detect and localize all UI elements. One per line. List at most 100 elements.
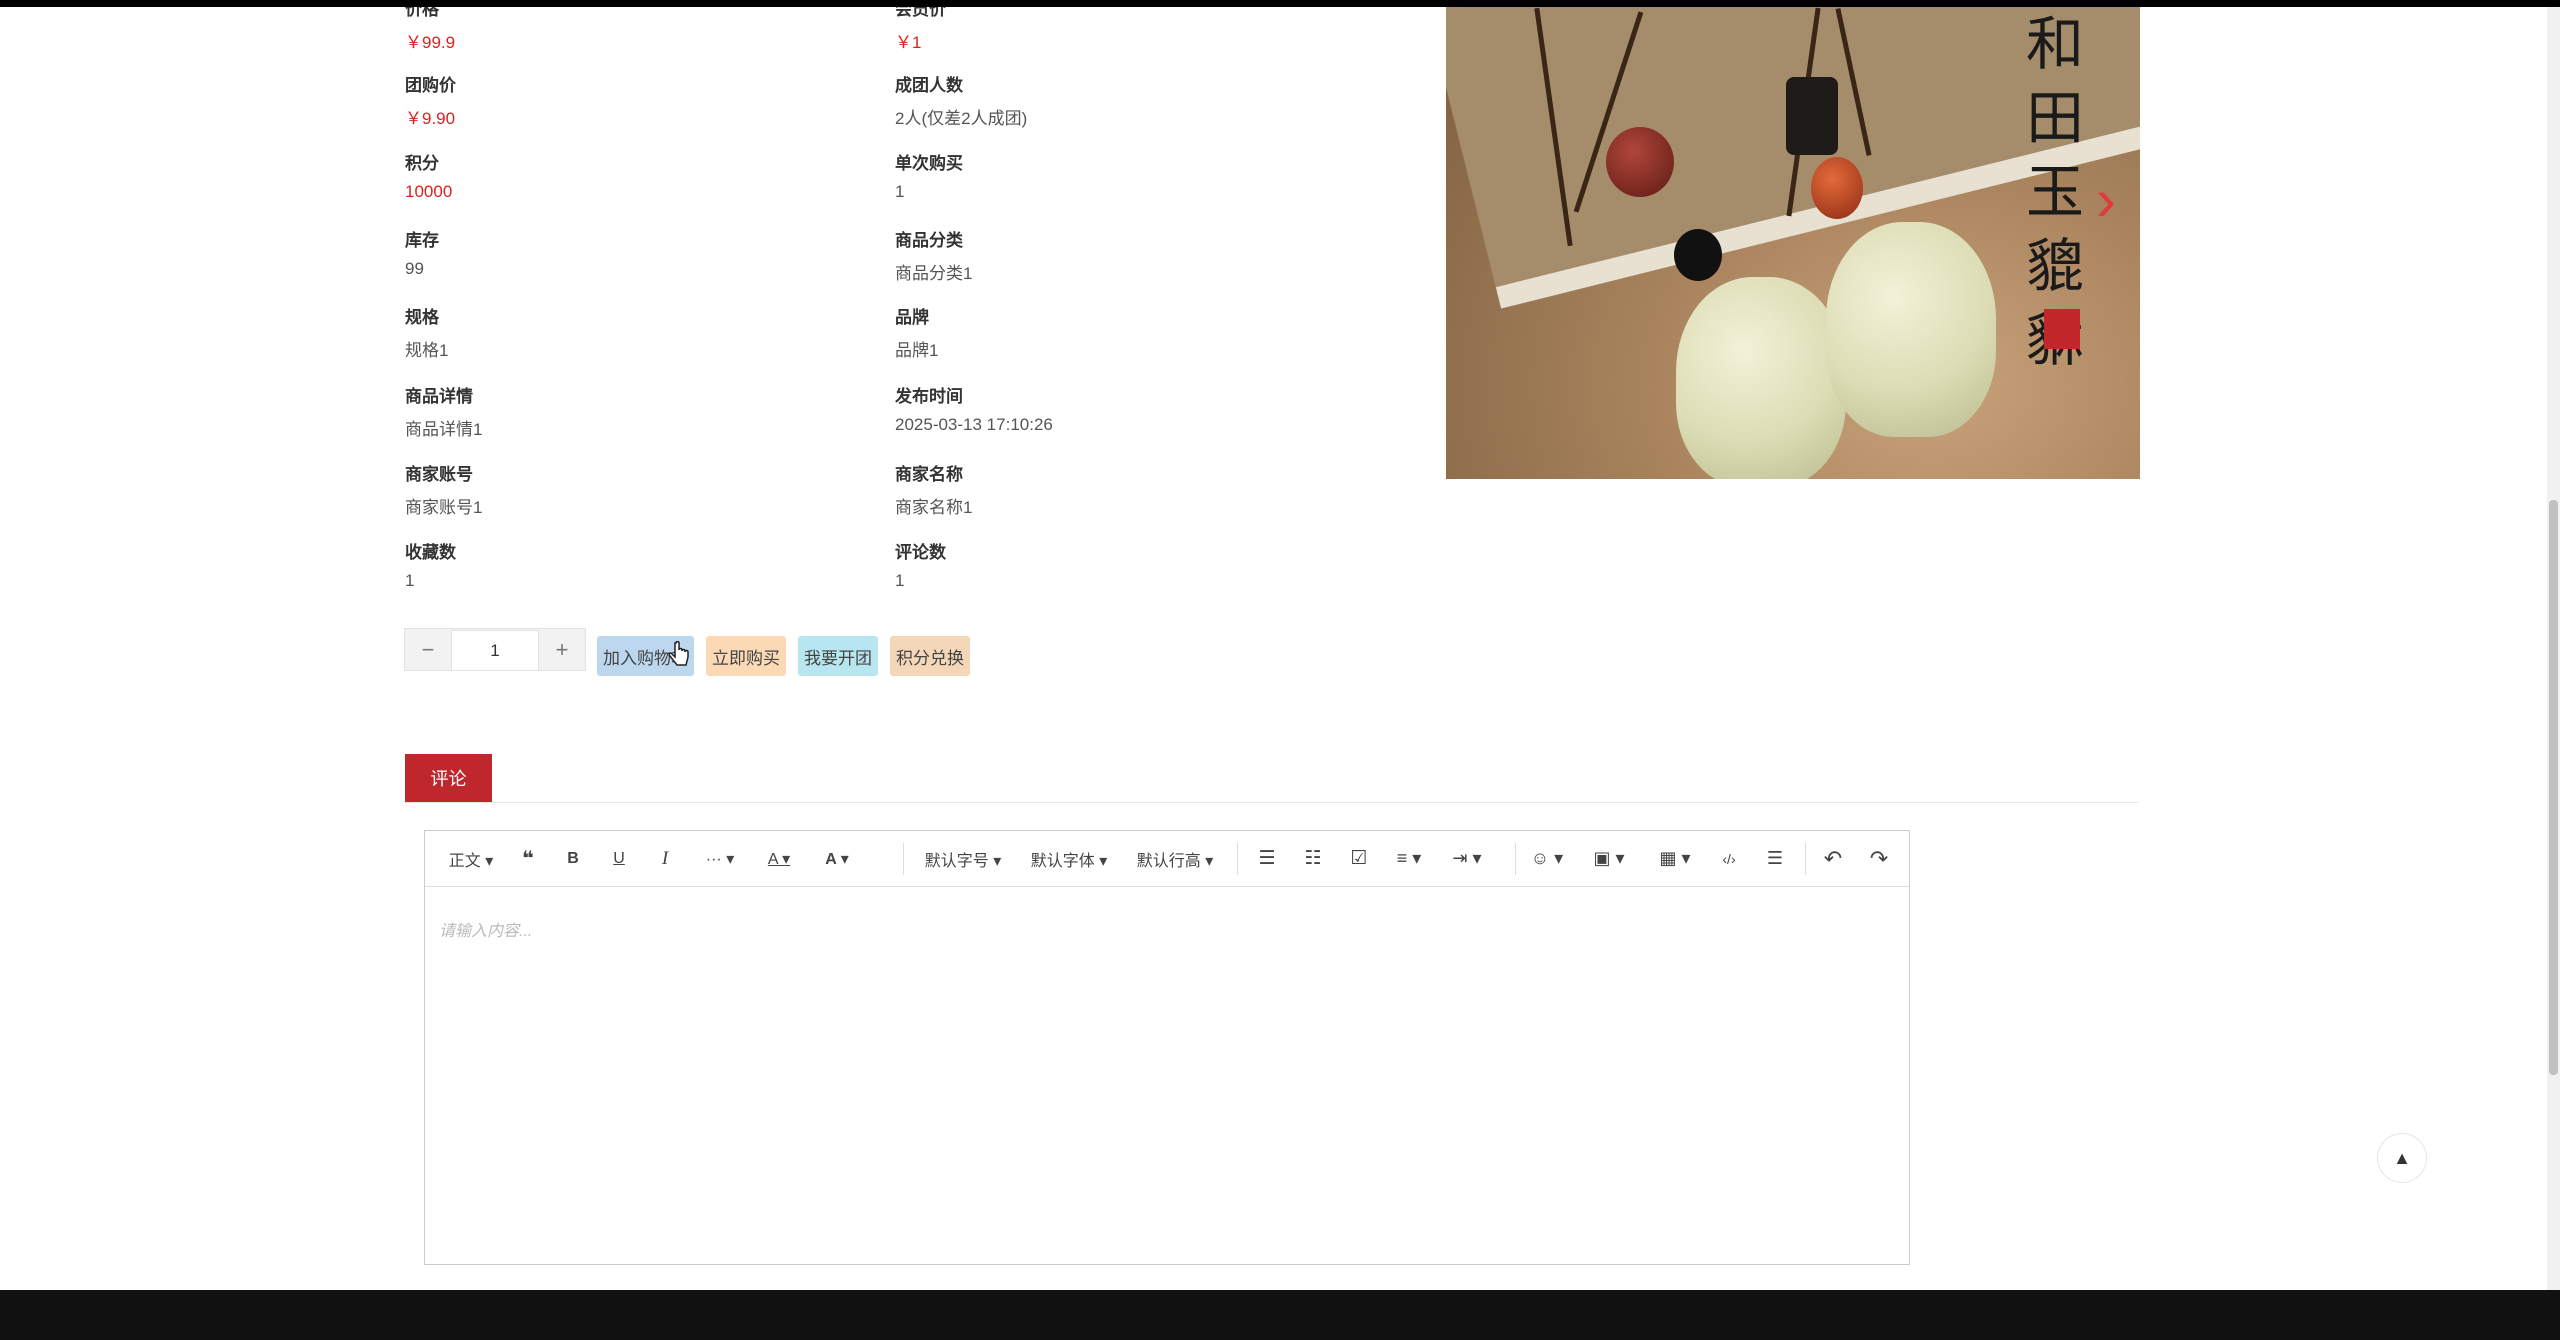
font-color-icon[interactable]: A ▾ bbox=[757, 831, 801, 886]
info-value: 商家账号1 bbox=[405, 498, 483, 517]
info-label: 库存 bbox=[405, 231, 439, 250]
info-value: 1 bbox=[895, 182, 905, 201]
redo-icon[interactable]: ↷ bbox=[1863, 831, 1895, 886]
black-bead bbox=[1674, 229, 1722, 281]
line-height-select[interactable]: 默认行高 ▾ bbox=[1129, 831, 1221, 886]
info-value: 10000 bbox=[405, 182, 453, 201]
info-label: 团购价 bbox=[405, 76, 456, 95]
info-value: 1 bbox=[405, 571, 415, 590]
info-value: 1 bbox=[895, 571, 905, 590]
info-value: ￥99.9 bbox=[405, 33, 456, 52]
image-icon[interactable]: ▣ ▾ bbox=[1587, 831, 1631, 886]
info-label: 价格 bbox=[405, 7, 439, 19]
table-icon[interactable]: ▦ ▾ bbox=[1653, 831, 1697, 886]
jade-pendant bbox=[1826, 222, 1996, 437]
info-label: 单次购买 bbox=[895, 154, 963, 173]
info-label: 规格 bbox=[405, 308, 439, 327]
underline-icon[interactable]: U bbox=[603, 831, 635, 886]
info-value: ￥1 bbox=[895, 33, 922, 52]
buy-now-button[interactable]: 立即购买 bbox=[706, 636, 786, 676]
font-family-select[interactable]: 默认字体 ▾ bbox=[1023, 831, 1115, 886]
info-item: 单次购买 1 bbox=[895, 149, 963, 202]
info-item: 评论数 1 bbox=[895, 538, 946, 591]
toolbar-separator bbox=[903, 843, 904, 875]
more-format-icon[interactable]: ··· ▾ bbox=[695, 831, 745, 886]
background-color-icon[interactable]: A ▾ bbox=[815, 831, 859, 886]
info-value: 规格1 bbox=[405, 341, 449, 360]
editor-toolbar: 正文 ▾ ❝ B U I ··· ▾ A ▾ A ▾ 默认字号 ▾ 默认字体 ▾… bbox=[425, 831, 1909, 887]
indent-icon[interactable]: ⇥ ▾ bbox=[1445, 831, 1489, 886]
comment-editor: 正文 ▾ ❝ B U I ··· ▾ A ▾ A ▾ 默认字号 ▾ 默认字体 ▾… bbox=[424, 830, 1910, 1265]
orange-bead bbox=[1811, 157, 1863, 219]
info-item: 商品分类商品分类1 bbox=[895, 226, 972, 284]
product-image-carousel: 和田玉貔貅 › bbox=[1446, 7, 2140, 479]
quote-icon[interactable]: ❝ bbox=[509, 831, 547, 886]
decrease-button[interactable]: − bbox=[405, 629, 451, 670]
info-item: 发布时间 2025-03-13 17:10:26 bbox=[895, 382, 1053, 435]
info-label: 收藏数 bbox=[405, 543, 456, 562]
info-item: 价格 ￥99.9 bbox=[405, 7, 455, 53]
paragraph-select[interactable]: 正文 ▾ bbox=[443, 831, 499, 886]
info-item: 收藏数 1 bbox=[405, 538, 456, 591]
arrow-up-icon: ▲ bbox=[2393, 1147, 2411, 1168]
increase-button[interactable]: + bbox=[539, 629, 585, 670]
info-item: 积分 10000 bbox=[405, 149, 452, 202]
divider-icon[interactable]: ☰ bbox=[1759, 831, 1791, 886]
info-value: ￥9.90 bbox=[405, 109, 456, 128]
red-seal bbox=[2044, 309, 2080, 349]
tab-divider bbox=[405, 802, 2139, 803]
info-value: 商品详情1 bbox=[405, 420, 483, 439]
toolbar-separator bbox=[1515, 843, 1516, 875]
info-item: 成团人数 2人(仅差2人成团) bbox=[895, 71, 1027, 129]
info-label: 发布时间 bbox=[895, 387, 963, 406]
bullet-list-icon[interactable]: ☰ bbox=[1251, 831, 1283, 886]
hand-cursor-icon bbox=[668, 641, 689, 666]
quantity-input[interactable] bbox=[451, 630, 539, 671]
code-icon[interactable]: ‹/› bbox=[1713, 831, 1745, 886]
info-label: 品牌 bbox=[895, 308, 929, 327]
info-value: 商家名称1 bbox=[895, 498, 973, 517]
jade-pendant bbox=[1676, 277, 1846, 479]
info-item: 商品详情 商品详情1 bbox=[405, 382, 482, 440]
info-item: 库存 99 bbox=[405, 226, 439, 279]
info-label: 成团人数 bbox=[895, 76, 963, 95]
info-item: 品牌品牌1 bbox=[895, 303, 938, 361]
carousel-next-icon[interactable]: › bbox=[2096, 165, 2116, 234]
info-value: 2025-03-13 17:10:26 bbox=[895, 415, 1053, 434]
editor-placeholder: 请输入内容... bbox=[439, 923, 533, 940]
info-value: 2人(仅差2人成团) bbox=[895, 109, 1028, 128]
scrollbar-thumb[interactable] bbox=[2549, 500, 2558, 1075]
info-item: 商家账号商家账号1 bbox=[405, 460, 482, 518]
info-value: 品牌1 bbox=[895, 341, 939, 360]
font-size-select[interactable]: 默认字号 ▾ bbox=[917, 831, 1009, 886]
info-item: 团购价 ￥9.90 bbox=[405, 71, 456, 129]
numbered-list-icon[interactable]: ☷ bbox=[1297, 831, 1329, 886]
info-item: 会员价 ￥1 bbox=[895, 7, 946, 53]
product-detail-page: 价格 ￥99.9 会员价 ￥1 团购价 ￥9.90 成团人数 2人(仅差2人成团) 积分 1000… bbox=[0, 7, 2547, 1290]
info-label: 商家名称 bbox=[895, 465, 963, 484]
info-item: 商家名称商家名称1 bbox=[895, 460, 972, 518]
black-bead bbox=[1786, 77, 1838, 155]
info-label: 评论数 bbox=[895, 543, 946, 562]
start-group-button[interactable]: 我要开团 bbox=[798, 636, 878, 676]
todo-list-icon[interactable]: ☑ bbox=[1343, 831, 1375, 886]
align-icon[interactable]: ≡ ▾ bbox=[1387, 831, 1431, 886]
quantity-stepper: − + bbox=[404, 628, 586, 671]
info-item: 规格规格1 bbox=[405, 303, 448, 361]
italic-icon[interactable]: I bbox=[649, 831, 681, 886]
toolbar-separator bbox=[1237, 843, 1238, 875]
info-label: 商品分类 bbox=[895, 231, 963, 250]
info-value: 商品分类1 bbox=[895, 264, 973, 283]
tab-comments[interactable]: 评论 bbox=[405, 754, 492, 802]
info-label: 商家账号 bbox=[405, 465, 473, 484]
info-label: 积分 bbox=[405, 154, 439, 173]
points-exchange-button[interactable]: 积分兑换 bbox=[890, 636, 970, 676]
window-bottom-bar bbox=[0, 1290, 2560, 1340]
undo-icon[interactable]: ↶ bbox=[1817, 831, 1849, 886]
info-label: 会员价 bbox=[895, 7, 946, 19]
window-top-edge bbox=[0, 0, 2560, 7]
bold-icon[interactable]: B bbox=[557, 831, 589, 886]
emoji-icon[interactable]: ☺ ▾ bbox=[1525, 831, 1569, 886]
back-to-top-button[interactable]: ▲ bbox=[2377, 1133, 2427, 1183]
toolbar-separator bbox=[1805, 843, 1806, 875]
